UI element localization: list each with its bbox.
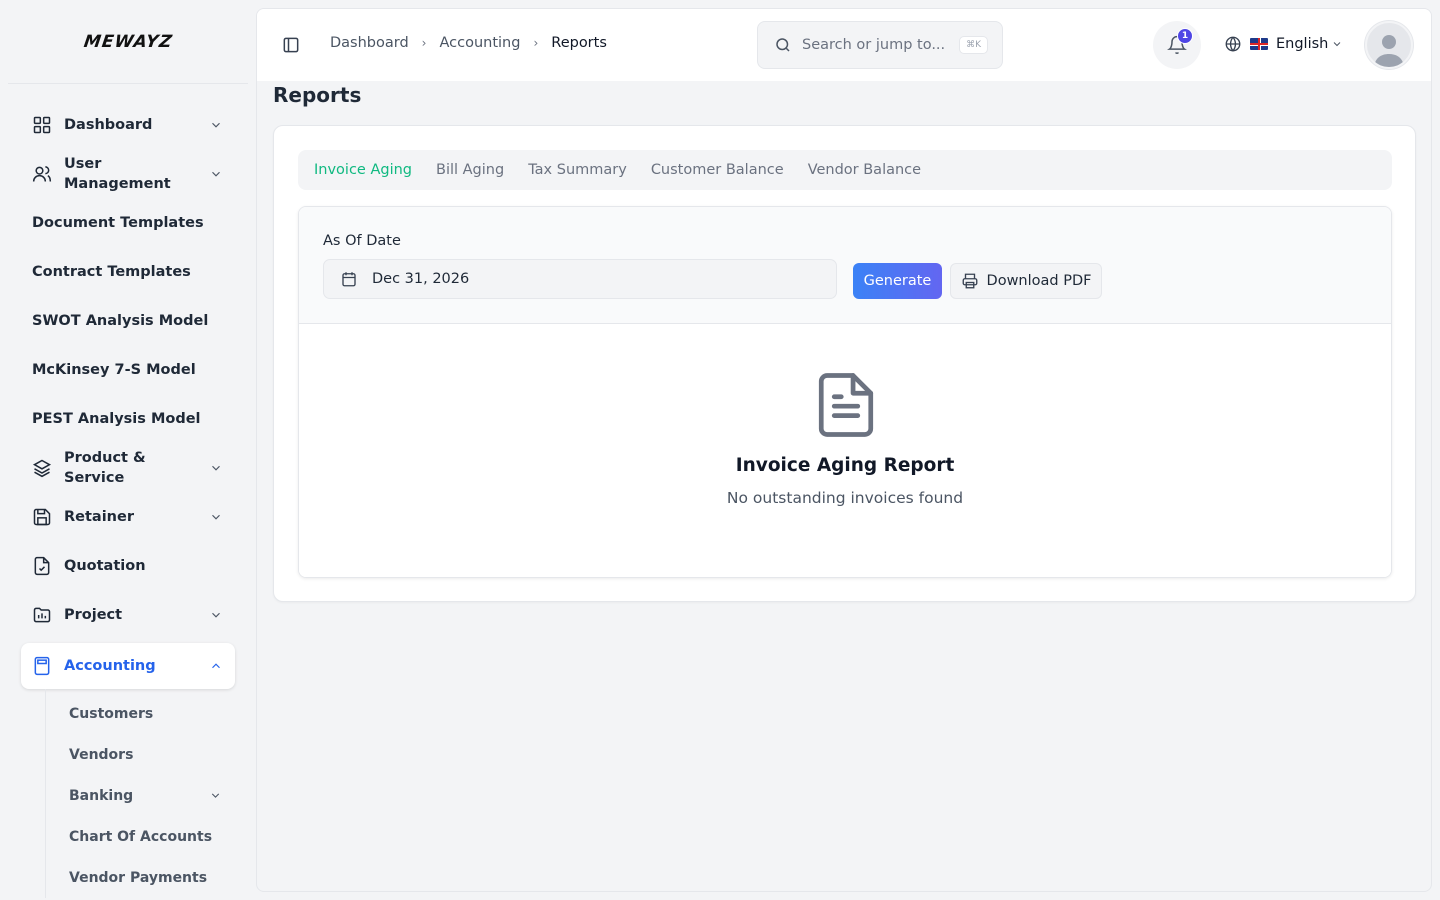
notifications-button[interactable]: 1 <box>1153 21 1201 69</box>
subitem-label: Banking <box>69 787 134 804</box>
sidebar-toggle-icon[interactable] <box>281 35 301 55</box>
brand-logo[interactable]: MEWAYZ <box>8 0 248 84</box>
chevron-up-icon <box>212 663 220 669</box>
chevron-down-icon <box>212 122 220 128</box>
tab-customer-balance[interactable]: Customer Balance <box>651 162 784 178</box>
users-icon <box>32 164 52 184</box>
sidebar-subitem-customers[interactable]: Customers <box>46 693 256 734</box>
sidebar-item-dashboard[interactable]: Dashboard <box>21 100 235 149</box>
sidebar-item-quotation[interactable]: Quotation <box>21 541 235 590</box>
report-tabs: Invoice Aging Bill Aging Tax Summary Cus… <box>298 150 1392 190</box>
sidebar-item-label: McKinsey 7-S Model <box>32 361 196 378</box>
empty-state-title: Invoice Aging Report <box>735 455 955 476</box>
report-filters: As Of Date Dec 31, 2026 Generate Downloa… <box>299 207 1391 324</box>
sidebar-item-mckinsey[interactable]: McKinsey 7-S Model <box>21 345 235 394</box>
chevron-right-icon: › <box>533 36 539 50</box>
search-shortcut: ⌘K <box>959 36 989 54</box>
breadcrumb-accounting[interactable]: Accounting <box>439 35 520 51</box>
search-icon <box>776 38 790 52</box>
language-selector[interactable]: English <box>1224 35 1343 53</box>
breadcrumb: Dashboard › Accounting › Reports <box>330 35 607 51</box>
sidebar-subitem-chart-of-accounts[interactable]: Chart Of Accounts <box>46 816 256 857</box>
avatar[interactable] <box>1365 21 1413 69</box>
accounting-submenu: Customers Vendors Banking Chart Of Accou… <box>45 689 256 898</box>
page-title: Reports <box>273 83 362 107</box>
sidebar-subitem-vendor-payments[interactable]: Vendor Payments <box>46 857 256 898</box>
tab-tax-summary[interactable]: Tax Summary <box>528 162 627 178</box>
chevron-down-icon <box>212 612 220 618</box>
tab-invoice-aging[interactable]: Invoice Aging <box>314 162 412 178</box>
chevron-down-icon <box>1334 42 1341 47</box>
search-placeholder: Search or jump to... <box>802 37 946 53</box>
search-input[interactable]: Search or jump to... ⌘K <box>757 21 1003 69</box>
folder-chart-icon <box>32 605 52 625</box>
printer-icon <box>962 273 977 289</box>
sidebar-subitem-banking[interactable]: Banking <box>46 775 256 816</box>
sidebar-item-label: Accounting <box>64 658 156 674</box>
as-of-date-label: As Of Date <box>323 233 401 249</box>
chevron-down-icon <box>212 465 220 471</box>
sidebar-item-label: SWOT Analysis Model <box>32 312 209 329</box>
sidebar-item-user-management[interactable]: User Management <box>21 149 235 198</box>
notification-badge: 1 <box>1177 28 1193 44</box>
sidebar-item-label: Dashboard <box>64 116 153 133</box>
sidebar-item-label: User Management <box>64 155 171 192</box>
sidebar-item-label: Project <box>64 606 123 623</box>
chevron-down-icon <box>211 793 220 798</box>
chevron-down-icon <box>212 171 220 177</box>
generate-button[interactable]: Generate <box>853 263 942 299</box>
globe-icon <box>1225 36 1241 52</box>
breadcrumb-dashboard[interactable]: Dashboard <box>330 35 409 51</box>
chevron-down-icon <box>212 514 220 520</box>
sidebar-item-swot[interactable]: SWOT Analysis Model <box>21 296 235 345</box>
download-pdf-label: Download PDF <box>986 273 1092 289</box>
chevron-right-icon: › <box>421 36 427 50</box>
grid-icon <box>32 115 52 135</box>
file-check-icon <box>32 556 52 576</box>
sidebar-item-document-templates[interactable]: Document Templates <box>21 198 235 247</box>
top-bar: Dashboard › Accounting › Reports Search … <box>257 9 1431 81</box>
subitem-label: Customers <box>69 705 154 722</box>
main-panel: Dashboard › Accounting › Reports Search … <box>256 8 1432 892</box>
sidebar-item-project[interactable]: Project <box>21 590 235 639</box>
date-value: Dec 31, 2026 <box>372 271 470 287</box>
subitem-label: Chart Of Accounts <box>69 828 213 845</box>
sidebar-item-product-service[interactable]: Product & Service <box>21 443 235 492</box>
sidebar-item-label: Quotation <box>64 557 146 574</box>
user-avatar-icon <box>1374 35 1404 67</box>
sidebar-item-label: Document Templates <box>32 214 204 231</box>
calculator-icon <box>32 656 52 676</box>
logo-text: MEWAYZ <box>82 31 174 52</box>
uk-flag-icon <box>1250 38 1268 50</box>
subitem-label: Vendors <box>69 746 134 763</box>
layers-icon <box>32 458 52 478</box>
empty-state: Invoice Aging Report No outstanding invo… <box>299 324 1391 577</box>
calendar-icon <box>342 272 356 287</box>
tab-bill-aging[interactable]: Bill Aging <box>436 162 504 178</box>
breadcrumb-reports: Reports <box>551 35 607 51</box>
sidebar-nav: Dashboard User Management Document Templ… <box>0 84 256 898</box>
sidebar-subitem-vendors[interactable]: Vendors <box>46 734 256 775</box>
document-icon <box>818 373 874 437</box>
reports-card: Invoice Aging Bill Aging Tax Summary Cus… <box>273 125 1416 602</box>
subitem-label: Vendor Payments <box>69 869 208 886</box>
sidebar-item-label: Retainer <box>64 508 134 525</box>
sidebar-item-label: Product & Service <box>64 449 146 486</box>
language-label: English <box>1276 36 1329 52</box>
download-pdf-button[interactable]: Download PDF <box>950 263 1102 299</box>
empty-state-subtitle: No outstanding invoices found <box>726 489 964 507</box>
sidebar-item-contract-templates[interactable]: Contract Templates <box>21 247 235 296</box>
sidebar-item-label: Contract Templates <box>32 263 191 280</box>
report-panel: As Of Date Dec 31, 2026 Generate Downloa… <box>298 206 1392 578</box>
sidebar-item-pest[interactable]: PEST Analysis Model <box>21 394 235 443</box>
as-of-date-field[interactable]: Dec 31, 2026 <box>323 259 837 299</box>
save-icon <box>32 507 52 527</box>
sidebar-item-retainer[interactable]: Retainer <box>21 492 235 541</box>
sidebar: MEWAYZ Dashboard User Management Documen… <box>0 0 256 900</box>
sidebar-item-accounting[interactable]: Accounting <box>21 643 235 689</box>
sidebar-item-label: PEST Analysis Model <box>32 410 201 427</box>
tab-vendor-balance[interactable]: Vendor Balance <box>808 162 921 178</box>
